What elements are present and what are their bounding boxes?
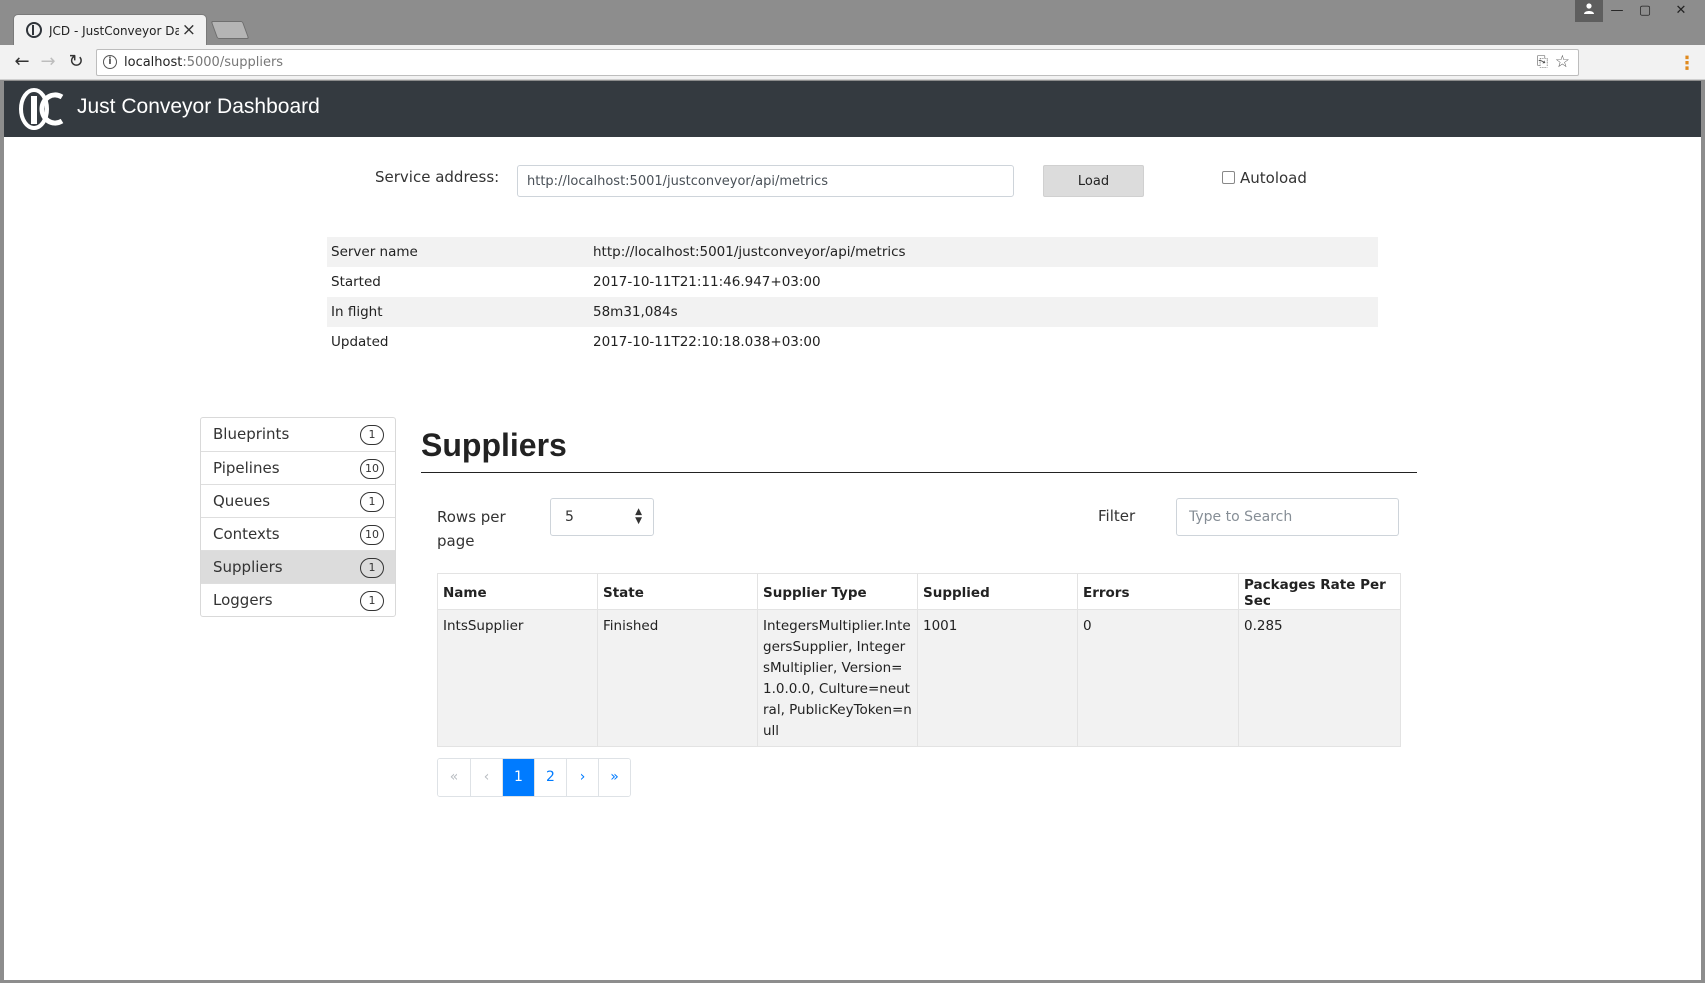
browser-tab[interactable]: JCD - JustConveyor Dash × — [13, 14, 207, 46]
column-header-supplied[interactable]: Supplied — [917, 573, 1078, 610]
pagination: « ‹ 1 2 › » — [437, 758, 631, 797]
address-url[interactable]: localhost:5000/suppliers — [124, 55, 283, 70]
translate-icon[interactable]: ⎘ — [1537, 54, 1548, 70]
tab-close-icon[interactable]: × — [182, 20, 196, 40]
info-row: Started 2017-10-11T21:11:46.947+03:00 — [327, 267, 1378, 297]
forward-arrow-icon[interactable]: → — [36, 50, 60, 74]
sidebar-item-label: Queues — [213, 492, 271, 510]
info-row: Updated 2017-10-11T22:10:18.038+03:00 — [327, 327, 1378, 357]
info-key: Server name — [331, 244, 418, 260]
table-header-row: Name State Supplier Type Supplied Errors… — [437, 573, 1401, 610]
close-window-button[interactable]: ✕ — [1661, 0, 1701, 22]
sidebar-item-suppliers[interactable]: Suppliers 1 — [201, 550, 395, 583]
info-value: 2017-10-11T22:10:18.038+03:00 — [593, 334, 821, 350]
column-header-state[interactable]: State — [597, 573, 758, 610]
count-badge: 1 — [360, 492, 384, 512]
profile-user-icon[interactable] — [1575, 0, 1603, 22]
browser-menu-icon[interactable]: ⋮ — [1678, 53, 1696, 74]
service-address-input[interactable] — [517, 165, 1014, 197]
sidebar-item-label: Loggers — [213, 591, 273, 609]
page-viewport: Just Conveyor Dashboard Service address:… — [4, 81, 1701, 980]
cell-supplied: 1001 — [917, 609, 1078, 747]
count-badge: 1 — [360, 425, 384, 445]
info-value: 2017-10-11T21:11:46.947+03:00 — [593, 274, 821, 290]
pagination-page-2[interactable]: 2 — [534, 759, 566, 796]
new-tab-button[interactable] — [210, 21, 250, 39]
tab-title: JCD - JustConveyor Dash — [49, 24, 179, 38]
site-info-icon[interactable]: i — [103, 55, 117, 69]
sidebar-item-pipelines[interactable]: Pipelines 10 — [201, 451, 395, 484]
app-title[interactable]: Just Conveyor Dashboard — [77, 95, 320, 119]
rows-per-page-value: 5 — [565, 509, 574, 525]
bookmark-star-icon[interactable]: ☆ — [1555, 52, 1570, 72]
cell-name: IntsSupplier — [437, 609, 598, 747]
count-badge: 10 — [360, 525, 384, 545]
cell-state: Finished — [597, 609, 758, 747]
rows-per-page-select[interactable]: 5 ▲ ▼ — [550, 498, 654, 536]
page-title: Suppliers — [421, 427, 567, 463]
sidebar-item-label: Blueprints — [213, 425, 290, 443]
suppliers-table: Name State Supplier Type Supplied Errors… — [437, 573, 1401, 747]
sidebar-item-label: Pipelines — [213, 459, 280, 477]
app-navbar: Just Conveyor Dashboard — [4, 81, 1701, 137]
sidebar-item-label: Contexts — [213, 525, 280, 543]
browser-titlebar: JCD - JustConveyor Dash × — ▢ ✕ — [0, 0, 1705, 46]
autoload-label: Autoload — [1240, 169, 1307, 187]
info-row: In flight 58m31,084s — [327, 297, 1378, 327]
pagination-prev[interactable]: ‹ — [470, 759, 502, 796]
info-row: Server name http://localhost:5001/justco… — [327, 237, 1378, 267]
table-row[interactable]: IntsSupplier Finished IntegersMultiplier… — [437, 609, 1401, 747]
address-bar[interactable]: i localhost:5000/suppliers ⎘ ☆ — [96, 49, 1579, 76]
maximize-button[interactable]: ▢ — [1631, 0, 1659, 22]
browser-toolbar: ← → ↻ i localhost:5000/suppliers ⎘ ☆ ⋮ — [0, 45, 1705, 80]
info-value: http://localhost:5001/justconveyor/api/m… — [593, 244, 906, 260]
service-address-label: Service address: — [375, 168, 500, 186]
column-header-name[interactable]: Name — [437, 573, 598, 610]
info-key: Updated — [331, 334, 389, 350]
sidebar-item-loggers[interactable]: Loggers 1 — [201, 583, 395, 616]
pagination-page-1[interactable]: 1 — [502, 759, 534, 796]
sidebar-nav: Blueprints 1 Pipelines 10 Queues 1 Conte… — [200, 417, 396, 617]
column-header-packages-rate[interactable]: Packages Rate Per Sec — [1238, 573, 1401, 610]
pagination-first[interactable]: « — [438, 759, 470, 796]
cell-supplier-type: IntegersMultiplier.IntegersSupplier, Int… — [757, 609, 918, 747]
filter-label: Filter — [1098, 507, 1136, 525]
back-arrow-icon[interactable]: ← — [10, 50, 34, 74]
cell-errors: 0 — [1077, 609, 1239, 747]
server-info-table: Server name http://localhost:5001/justco… — [327, 237, 1378, 357]
select-caret-icon: ▲ ▼ — [635, 507, 642, 526]
sidebar-item-blueprints[interactable]: Blueprints 1 — [201, 418, 395, 451]
count-badge: 1 — [360, 558, 384, 578]
title-divider — [421, 472, 1417, 473]
cell-packages-rate: 0.285 — [1238, 609, 1401, 747]
count-badge: 10 — [360, 459, 384, 479]
minimize-button[interactable]: — — [1603, 0, 1631, 22]
sidebar-item-label: Suppliers — [213, 558, 283, 576]
column-header-errors[interactable]: Errors — [1077, 573, 1239, 610]
sidebar-item-contexts[interactable]: Contexts 10 — [201, 517, 395, 550]
rows-per-page-label: Rows per page — [437, 508, 506, 550]
info-key: In flight — [331, 304, 383, 320]
info-value: 58m31,084s — [593, 304, 678, 320]
app-logo[interactable] — [18, 87, 66, 131]
autoload-checkbox[interactable] — [1222, 171, 1235, 184]
tab-favicon-icon — [26, 22, 42, 38]
pagination-last[interactable]: » — [598, 759, 630, 796]
info-key: Started — [331, 274, 381, 290]
reload-icon[interactable]: ↻ — [64, 50, 88, 74]
sidebar-item-queues[interactable]: Queues 1 — [201, 484, 395, 517]
load-button[interactable]: Load — [1043, 165, 1144, 197]
filter-search-input[interactable] — [1176, 498, 1399, 536]
column-header-supplier-type[interactable]: Supplier Type — [757, 573, 918, 610]
pagination-next[interactable]: › — [566, 759, 598, 796]
count-badge: 1 — [360, 591, 384, 611]
